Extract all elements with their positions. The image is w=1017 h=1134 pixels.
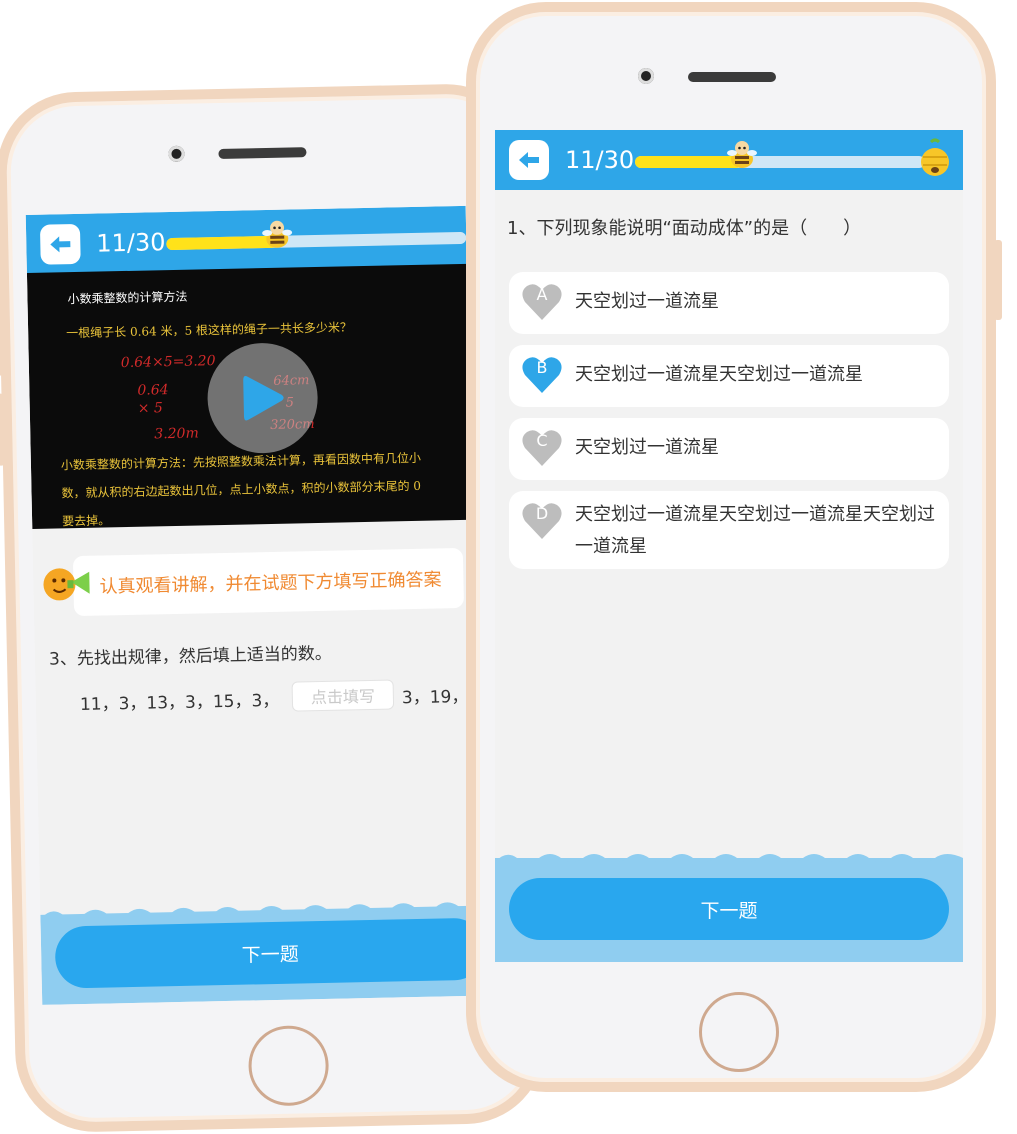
option-a[interactable]: A 天空划过一道流星 — [509, 272, 949, 334]
video-handwriting-2: 0.64 — [137, 382, 169, 399]
hint-bubble: 认真观看讲解，并在试题下方填写正确答案 — [72, 547, 465, 617]
screen-right: 11/30 1、下列现象能说明“面动成体”的是（ ） A 天空划过一道流星 B 天空划… — [495, 130, 963, 962]
option-text: 天空划过一道流星天空划过一道流星 — [575, 364, 863, 385]
mascot-megaphone-icon — [43, 568, 90, 601]
volume-down-button — [0, 393, 5, 466]
screen-left: 11/30 小数乘整数的计算方法 一根绳子长 0.64 米，5 根这样的绳子一共… — [25, 205, 483, 1005]
progress-counter: 11/30 — [565, 146, 635, 174]
sequence-before: 11，3，13，3，15，3， — [79, 690, 280, 716]
option-text: 天空划过一道流星天空划过一道流星天空划过一道流星 — [575, 504, 935, 557]
speaker-grille — [218, 147, 307, 159]
video-line-1: 小数乘整数的计算方法：先按照整数乘法计算，再看因数中有几位小 — [60, 450, 422, 473]
question-text: 3、先找出规律，然后填上适当的数。 — [48, 643, 333, 670]
video-handwriting-4: 3.20m — [154, 425, 199, 443]
video-handwriting-3: × 5 — [137, 400, 164, 417]
play-button[interactable] — [206, 341, 319, 455]
wave-edge — [495, 854, 963, 862]
speaker-grille — [688, 72, 776, 82]
back-button[interactable] — [39, 223, 81, 265]
front-camera-icon — [638, 68, 654, 84]
option-b[interactable]: B 天空划过一道流星天空划过一道流星 — [509, 345, 949, 407]
question-text: 1、下列现象能说明“面动成体”的是（ ） — [507, 218, 862, 239]
option-letter: C — [536, 431, 548, 450]
phone-frame-right: 11/30 1、下列现象能说明“面动成体”的是（ ） A 天空划过一道流星 B 天空划… — [466, 2, 1002, 1092]
option-letter: D — [535, 504, 549, 523]
progress-counter: 11/30 — [96, 228, 166, 258]
bee-icon — [727, 141, 758, 168]
power-button — [994, 240, 1002, 320]
hint-text: 认真观看讲解，并在试题下方填写正确答案 — [99, 569, 442, 598]
answer-input[interactable]: 点击填写 — [291, 679, 395, 712]
video-title: 小数乘整数的计算方法 — [67, 289, 188, 307]
home-button[interactable] — [699, 992, 779, 1072]
progress-track — [166, 231, 467, 251]
bee-icon — [262, 220, 293, 248]
option-d[interactable]: D 天空划过一道流星天空划过一道流星天空划过一道流星 — [509, 491, 949, 569]
play-icon — [243, 375, 284, 421]
wave-edge — [40, 902, 481, 919]
mute-switch — [0, 223, 1, 266]
lesson-video[interactable]: 小数乘整数的计算方法 一根绳子长 0.64 米，5 根这样的绳子一共长多少米？ … — [26, 263, 473, 529]
top-bar: 11/30 — [495, 130, 963, 190]
option-c[interactable]: C 天空划过一道流星 — [509, 418, 949, 480]
video-problem: 一根绳子长 0.64 米，5 根这样的绳子一共长多少米？ — [66, 320, 353, 341]
video-line-3: 要去掉。 — [61, 513, 111, 529]
front-camera-icon — [168, 145, 185, 163]
option-letter: A — [536, 285, 548, 304]
next-button[interactable]: 下一题 — [509, 878, 949, 940]
back-arrow-icon — [50, 236, 71, 253]
back-arrow-icon — [519, 152, 539, 168]
back-button[interactable] — [509, 140, 549, 180]
progress-track — [635, 156, 925, 168]
beehive-icon — [921, 138, 949, 176]
phone-frame-left: 11/30 小数乘整数的计算方法 一根绳子长 0.64 米，5 根这样的绳子一共… — [0, 82, 547, 1134]
next-button[interactable]: 下一题 — [54, 917, 483, 989]
video-line-2: 数，就从积的右边起数出几位，点上小数点，积的小数部分末尾的 0 — [61, 478, 422, 501]
video-handwriting-1: 0.64×5=3.20 — [120, 353, 216, 372]
volume-up-button — [0, 303, 4, 376]
option-letter: B — [536, 358, 548, 377]
option-text: 天空划过一道流星 — [575, 291, 719, 312]
home-button[interactable] — [247, 1024, 330, 1107]
sequence-after: 3，19， — [401, 686, 469, 709]
option-text: 天空划过一道流星 — [575, 437, 719, 458]
